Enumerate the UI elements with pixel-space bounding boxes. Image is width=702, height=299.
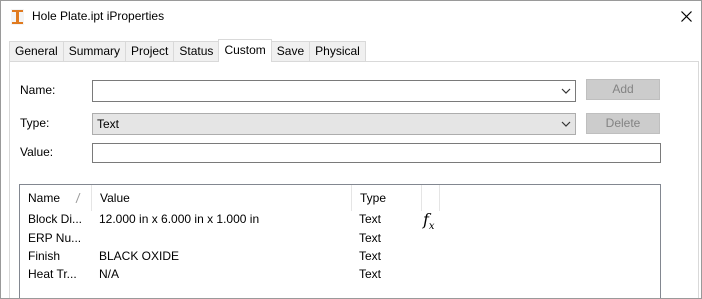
name-combobox[interactable] (92, 80, 576, 102)
column-header-formula[interactable] (422, 185, 440, 211)
row-type: Text (359, 267, 382, 281)
delete-button[interactable]: Delete (586, 113, 660, 134)
tab-project[interactable]: Project (125, 41, 174, 62)
row-type: Text (359, 249, 382, 263)
type-label: Type: (20, 116, 50, 130)
tab-physical[interactable]: Physical (309, 41, 366, 62)
chevron-down-icon (561, 88, 571, 94)
window-title: Hole Plate.ipt iProperties (32, 9, 165, 23)
chevron-down-icon (561, 121, 571, 127)
type-combobox-value: Text (97, 117, 120, 131)
close-icon (680, 10, 692, 22)
name-label: Name: (20, 83, 56, 97)
type-combobox[interactable]: Text (92, 113, 576, 135)
tab-summary[interactable]: Summary (62, 41, 126, 62)
custom-properties-list[interactable]: Name Value Type Block Di... 12.000 in x … (19, 184, 661, 298)
tab-save[interactable]: Save (271, 41, 310, 62)
inventor-part-icon (11, 9, 24, 25)
row-name: Block Di... (28, 212, 83, 226)
row-type: Text (359, 231, 382, 245)
tab-custom[interactable]: Custom (218, 39, 272, 62)
column-header-type[interactable]: Type (352, 185, 422, 211)
row-name: Finish (28, 249, 61, 263)
tab-status[interactable]: Status (173, 41, 219, 62)
row-name: ERP Nu... (28, 231, 82, 245)
list-header: Name Value Type (20, 185, 660, 211)
list-row[interactable]: ERP Nu... Text (20, 229, 660, 248)
value-label: Value: (20, 145, 54, 159)
column-header-name[interactable]: Name (20, 185, 92, 211)
list-row[interactable]: Block Di... 12.000 in x 6.000 in x 1.000… (20, 210, 660, 232)
close-button[interactable] (671, 1, 701, 31)
column-header-value-label: Value (100, 191, 130, 205)
sort-indicator-icon (75, 193, 81, 203)
row-value: BLACK OXIDE (99, 249, 180, 263)
row-type: Text (359, 212, 382, 226)
row-value: N/A (99, 267, 120, 281)
add-button[interactable]: Add (586, 79, 660, 100)
list-row[interactable]: Finish BLACK OXIDE Text (20, 247, 660, 266)
column-header-name-label: Name (28, 191, 61, 205)
value-field[interactable] (92, 143, 661, 163)
list-row[interactable]: Heat Tr... N/A Text (20, 265, 660, 284)
title-bar: Hole Plate.ipt iProperties (1, 1, 701, 33)
iproperties-dialog: Hole Plate.ipt iProperties General Summa… (0, 0, 702, 299)
tab-general[interactable]: General (9, 41, 63, 62)
tab-strip: General Summary Project Status Custom Sa… (9, 39, 366, 62)
row-name: Heat Tr... (28, 267, 77, 281)
column-header-value[interactable]: Value (92, 185, 352, 211)
row-value: 12.000 in x 6.000 in x 1.000 in (99, 212, 260, 226)
column-header-type-label: Type (360, 191, 387, 205)
